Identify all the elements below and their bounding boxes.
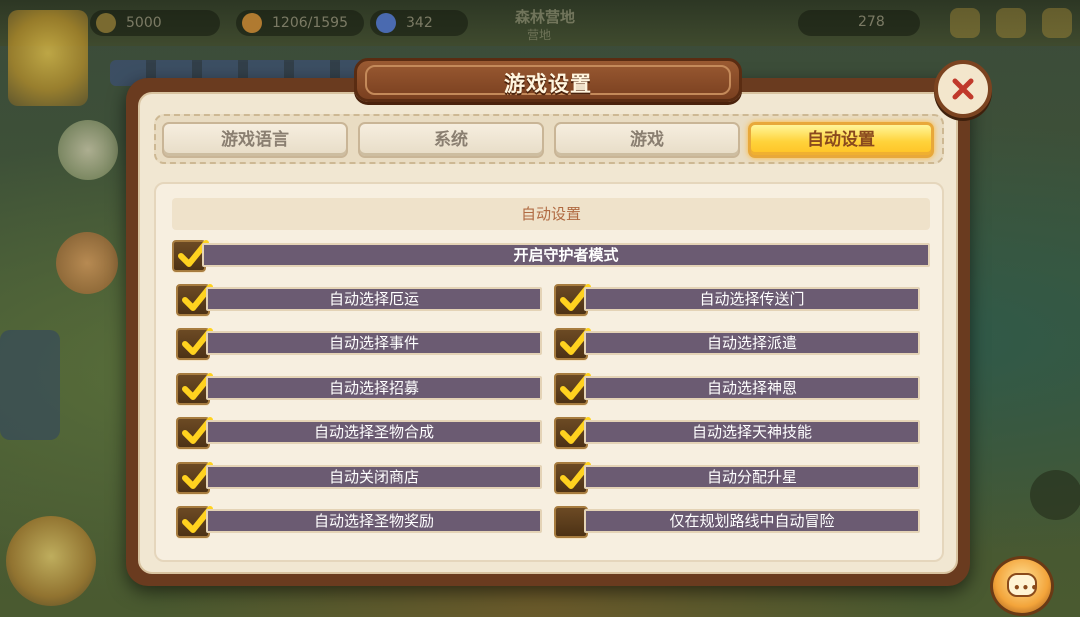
chat-dots: ••• bbox=[1013, 581, 1040, 595]
auto-option-checkbox[interactable] bbox=[554, 506, 588, 538]
gem-counter: 342 bbox=[370, 10, 468, 36]
auto-option-right-3[interactable]: 自动选择神恩 bbox=[554, 373, 920, 405]
capacity-counter: 1206/1595 bbox=[236, 10, 364, 36]
auto-option-checkbox[interactable] bbox=[176, 506, 213, 538]
auto-option-label: 自动选择招募 bbox=[206, 376, 542, 400]
auto-option-label: 自动选择天神技能 bbox=[584, 420, 920, 444]
auto-settings-content: 自动设置 开启守护者模式 自动选择厄运 自动选择事件 自动选择招募 自动选择圣物合成自… bbox=[154, 182, 944, 562]
auto-option-left-1[interactable]: 自动选择厄运 bbox=[176, 284, 542, 316]
hero-portrait bbox=[6, 516, 96, 606]
auto-option-checkbox[interactable] bbox=[176, 373, 213, 405]
close-button[interactable] bbox=[934, 60, 992, 118]
auto-option-label: 自动选择圣物合成 bbox=[206, 420, 542, 444]
auto-option-checkbox[interactable] bbox=[176, 417, 213, 449]
gold-counter: 5000 bbox=[90, 10, 220, 36]
auto-option-label: 自动分配升星 bbox=[584, 465, 920, 489]
auto-option-right-1[interactable]: 自动选择传送门 bbox=[554, 284, 920, 316]
gold-icon bbox=[96, 13, 116, 33]
search-counter-value: 278 bbox=[858, 14, 885, 30]
side-button-1 bbox=[58, 120, 118, 180]
auto-option-checkbox[interactable] bbox=[176, 328, 213, 360]
capacity-value: 1206/1595 bbox=[272, 15, 348, 31]
dialog-title-banner: 游戏设置 bbox=[354, 58, 742, 102]
auto-option-checkbox[interactable] bbox=[554, 462, 591, 494]
gold-value: 5000 bbox=[126, 15, 162, 31]
auto-option-checkbox[interactable] bbox=[554, 373, 591, 405]
settings-dialog: 游戏语言 系统 游戏 自动设置 自动设置 开启守护者模式 自动选择厄运 自动选择事… bbox=[126, 78, 970, 586]
search-counter: 278 bbox=[798, 10, 920, 36]
side-button-2 bbox=[56, 232, 118, 294]
auto-option-right-2[interactable]: 自动选择派遣 bbox=[554, 328, 920, 360]
auto-option-label: 自动选择圣物奖励 bbox=[206, 509, 542, 533]
auto-option-left-5[interactable]: 自动关闭商店 bbox=[176, 462, 542, 494]
guardian-mode-checkbox[interactable] bbox=[172, 240, 209, 272]
auto-option-left-3[interactable]: 自动选择招募 bbox=[176, 373, 542, 405]
tab-system[interactable]: 系统 bbox=[358, 122, 544, 158]
auto-option-checkbox[interactable] bbox=[176, 462, 213, 494]
tab-language[interactable]: 游戏语言 bbox=[162, 122, 348, 158]
auto-option-label: 自动选择厄运 bbox=[206, 287, 542, 311]
gem-icon bbox=[376, 13, 396, 33]
tab-auto-settings[interactable]: 自动设置 bbox=[748, 122, 934, 158]
auto-option-right-5[interactable]: 自动分配升星 bbox=[554, 462, 920, 494]
section-title: 自动设置 bbox=[172, 198, 930, 230]
torch-icon bbox=[242, 13, 262, 33]
auto-option-checkbox[interactable] bbox=[176, 284, 213, 316]
guardian-mode-label: 开启守护者模式 bbox=[202, 243, 930, 267]
side-panel bbox=[0, 330, 60, 440]
guardian-mode-row[interactable]: 开启守护者模式 bbox=[172, 240, 930, 272]
auto-option-left-4[interactable]: 自动选择圣物合成 bbox=[176, 417, 542, 449]
auto-option-left-2[interactable]: 自动选择事件 bbox=[176, 328, 542, 360]
tab-bar: 游戏语言 系统 游戏 自动设置 bbox=[154, 114, 944, 164]
chat-button[interactable]: ••• bbox=[990, 556, 1054, 616]
auto-option-label: 仅在规划路线中自动冒险 bbox=[584, 509, 920, 533]
auto-option-right-4[interactable]: 自动选择天神技能 bbox=[554, 417, 920, 449]
right-side-button bbox=[1030, 470, 1080, 520]
auto-option-label: 自动选择神恩 bbox=[584, 376, 920, 400]
dialog-panel: 游戏语言 系统 游戏 自动设置 自动设置 开启守护者模式 自动选择厄运 自动选择事… bbox=[138, 92, 958, 574]
auto-option-left-6[interactable]: 自动选择圣物奖励 bbox=[176, 506, 542, 538]
auto-option-label: 自动选择派遣 bbox=[584, 331, 920, 355]
auto-option-label: 自动选择事件 bbox=[206, 331, 542, 355]
auto-option-checkbox[interactable] bbox=[554, 284, 591, 316]
auto-option-label: 自动关闭商店 bbox=[206, 465, 542, 489]
dialog-title: 游戏设置 bbox=[504, 72, 592, 96]
auto-option-label: 自动选择传送门 bbox=[584, 287, 920, 311]
close-icon bbox=[947, 73, 979, 105]
settings-icon bbox=[996, 8, 1026, 38]
auto-option-checkbox[interactable] bbox=[554, 417, 591, 449]
location-subtitle: 营地 bbox=[527, 28, 552, 42]
gem-value: 342 bbox=[406, 15, 433, 31]
player-avatar bbox=[8, 10, 88, 106]
tab-game[interactable]: 游戏 bbox=[554, 122, 740, 158]
auto-option-checkbox[interactable] bbox=[554, 328, 591, 360]
shop-icon bbox=[950, 8, 980, 38]
location-title: 森林营地 bbox=[515, 8, 576, 26]
store-icon bbox=[1042, 8, 1072, 38]
auto-option-right-6[interactable]: 仅在规划路线中自动冒险 bbox=[554, 506, 920, 538]
